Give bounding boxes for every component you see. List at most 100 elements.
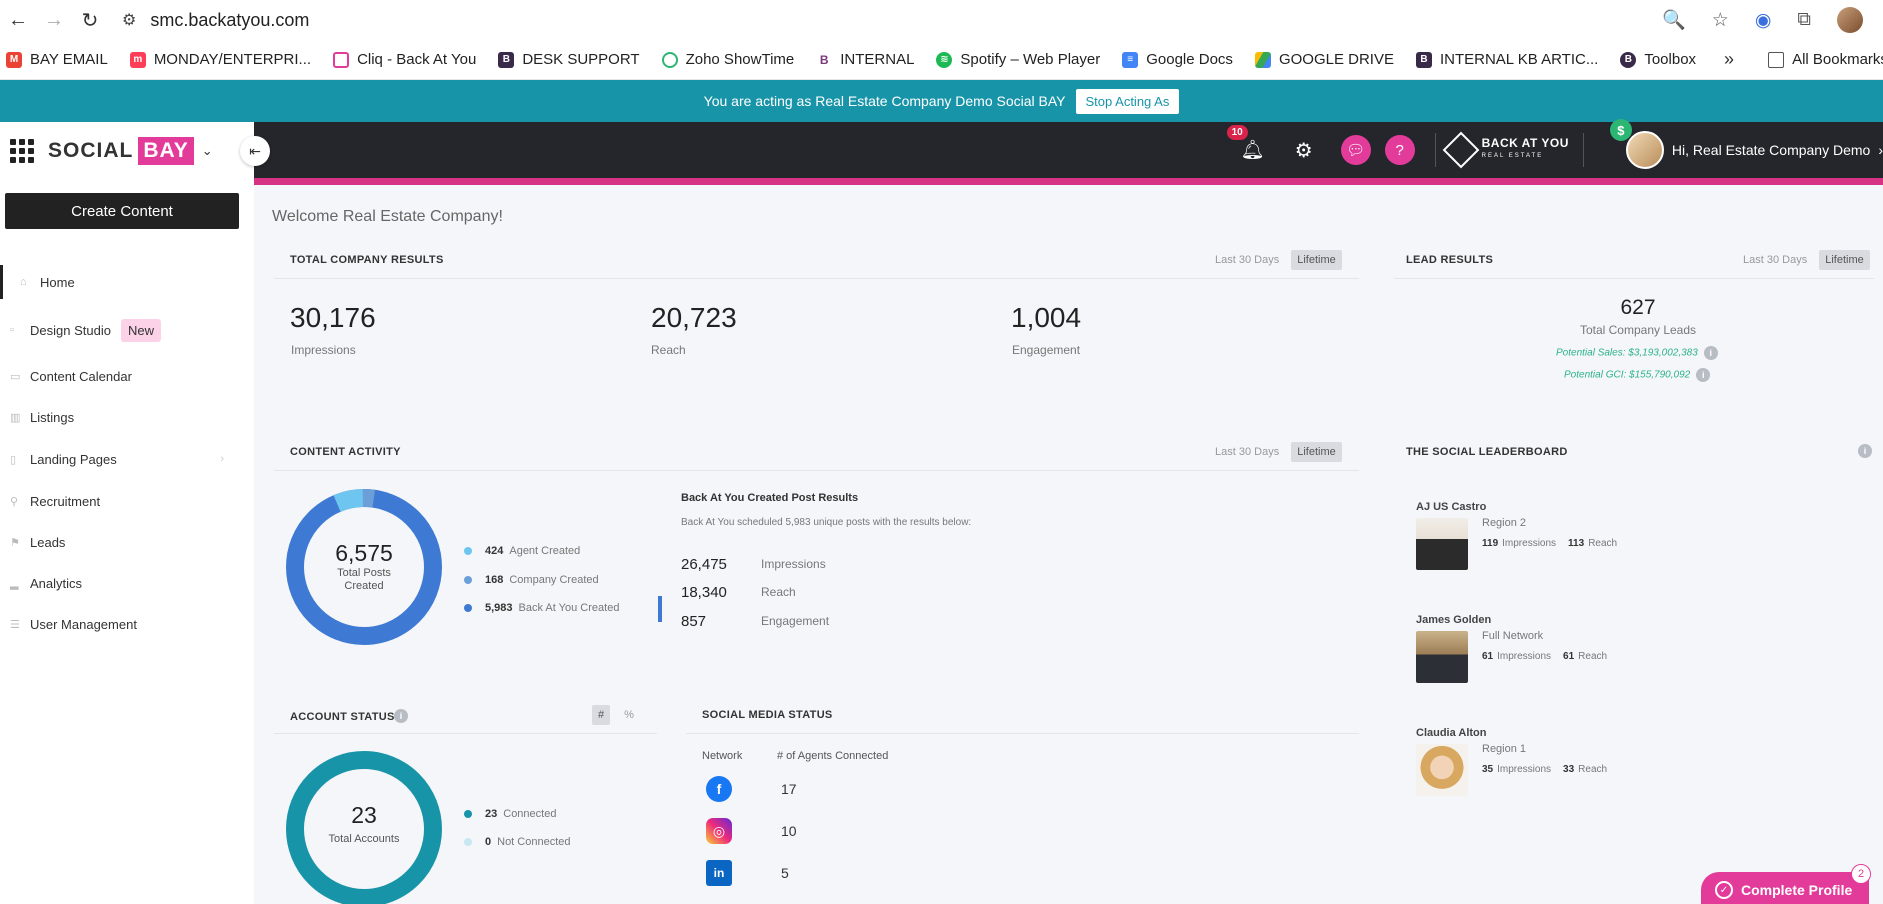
user-menu[interactable]: $ Hi, Real Estate Company Demo › — [1609, 119, 1883, 169]
leader-reach: 113 — [1568, 538, 1585, 549]
leader-impressions-label: Impressions — [1502, 538, 1557, 549]
last-30-days-toggle[interactable]: Last 30 Days — [1209, 250, 1285, 270]
total-posts-label-2: Created — [344, 580, 384, 592]
bookmark-3[interactable]: B DESK SUPPORT — [498, 51, 640, 68]
kpi-impressions-label: Impressions — [291, 343, 356, 357]
leader-photo — [1416, 631, 1468, 683]
total-leads-value: 627 — [1620, 296, 1656, 319]
sidebar-item-label: Content Calendar — [30, 368, 132, 384]
sidebar-item-listings[interactable]: ▥ Listings — [0, 400, 254, 434]
sidebar-item-design-studio[interactable]: ▫ Design Studio New — [0, 313, 254, 347]
monday-icon: m — [129, 51, 146, 68]
lifetime-toggle[interactable]: Lifetime — [1819, 250, 1870, 270]
extension-icon[interactable]: ◉ — [1755, 9, 1772, 32]
sidebar-item-user-management[interactable]: ☰ User Management — [0, 607, 254, 641]
more-bookmarks-icon[interactable]: » — [1724, 49, 1734, 70]
leader-region: Region 2 — [1482, 517, 1527, 529]
info-icon[interactable]: i — [1858, 444, 1872, 458]
sidebar-item-landing-pages[interactable]: ▯ Landing Pages › — [0, 442, 254, 476]
bookmark-8[interactable]: GOOGLE DRIVE — [1254, 51, 1394, 68]
browser-profile-avatar[interactable] — [1837, 7, 1863, 33]
chevron-down-icon[interactable]: ⌄ — [202, 143, 213, 159]
brand-switcher[interactable]: SOCIAL BAY ⌄ — [0, 122, 254, 180]
leader-region: Region 1 — [1482, 743, 1527, 755]
bookmark-label: Google Docs — [1146, 51, 1233, 68]
reload-icon[interactable]: ↻ — [72, 2, 108, 38]
spotify-icon: ≋ — [936, 51, 953, 68]
star-icon[interactable]: ☆ — [1712, 9, 1729, 32]
percent-toggle[interactable]: % — [618, 705, 640, 725]
info-icon[interactable]: i — [394, 709, 408, 723]
site-settings-icon[interactable]: ⚙ — [122, 10, 136, 30]
bookmark-6[interactable]: ≋ Spotify – Web Player — [936, 51, 1100, 68]
sidebar-item-content-calendar[interactable]: ▭ Content Calendar — [0, 359, 254, 393]
section-divider — [1394, 278, 1874, 279]
sidebar-item-recruitment[interactable]: ⚲ Recruitment — [0, 484, 254, 518]
bookmark-1[interactable]: m MONDAY/ENTERPRI... — [129, 51, 311, 68]
create-content-button[interactable]: Create Content — [5, 193, 239, 229]
leader-impressions-label: Impressions — [1497, 764, 1552, 775]
total-accounts-value: 23 — [351, 802, 377, 828]
complete-profile-button[interactable]: ✓ Complete Profile — [1701, 872, 1869, 904]
docs-icon: ≡ — [1122, 51, 1139, 68]
legend-bay: 5,983 Back At You Created — [464, 602, 619, 614]
collapse-sidebar-icon[interactable]: ⇤ — [240, 136, 270, 166]
kpi-reach-value: 20,723 — [651, 302, 737, 333]
sidebar-item-home[interactable]: ⌂ Home — [0, 265, 254, 299]
leader-name: James Golden — [1416, 614, 1492, 626]
header-actions: 🔔︎ 10 ⚙ 💬︎ ? BACK AT YOU REAL ESTATE $ Hi,… — [1226, 119, 1883, 178]
sidebar-item-leads[interactable]: ⚑ Leads — [0, 525, 254, 559]
leader-reach-label: Reach — [1578, 651, 1608, 662]
bookmark-9[interactable]: B INTERNAL KB ARTIC... — [1415, 51, 1598, 68]
puzzle-icon[interactable]: ⧉ — [1797, 9, 1811, 31]
total-accounts-label: Total Accounts — [328, 833, 400, 845]
chevron-right-icon[interactable]: › — [1878, 142, 1883, 158]
bookmark-5[interactable]: B INTERNAL — [816, 51, 914, 68]
bookmark-7[interactable]: ≡ Google Docs — [1122, 51, 1233, 68]
count-toggle[interactable]: # — [592, 705, 611, 725]
stop-acting-button[interactable]: Stop Acting As — [1075, 88, 1180, 114]
total-results-title: TOTAL COMPANY RESULTS — [290, 254, 444, 266]
internal-icon: B — [816, 51, 833, 68]
legend-value: 5,983 — [485, 602, 513, 614]
back-arrow-icon[interactable]: ← — [0, 2, 36, 38]
info-icon[interactable]: i — [1703, 346, 1718, 360]
last-30-days-toggle[interactable]: Last 30 Days — [1737, 250, 1813, 270]
linkedin-count: 5 — [781, 865, 789, 881]
sidebar-item-label: User Management — [30, 616, 137, 632]
legend-label: Connected — [503, 808, 557, 820]
sidebar-item-analytics[interactable]: ▂ Analytics — [0, 566, 254, 600]
settings-gear-icon[interactable]: ⚙ — [1295, 138, 1313, 163]
app-grid-icon[interactable] — [10, 139, 34, 163]
lifetime-toggle[interactable]: Lifetime — [1291, 442, 1342, 462]
total-posts-label-1: Total Posts — [337, 567, 391, 579]
bookmark-10[interactable]: B Toolbox — [1620, 51, 1696, 68]
leader-reach: 33 — [1563, 764, 1575, 775]
kpi-engagement-label: Engagement — [1012, 343, 1081, 357]
bookmark-label: INTERNAL — [840, 51, 915, 68]
chat-icon[interactable]: 💬︎ — [1340, 135, 1371, 165]
facebook-count: 17 — [781, 781, 797, 797]
bookmark-0[interactable]: M BAY EMAIL — [6, 51, 108, 68]
zoom-icon[interactable]: 🔍 — [1662, 8, 1686, 32]
bookmark-4[interactable]: Zoho ShowTime — [661, 51, 794, 68]
address-bar[interactable]: ⚙ smc.backatyou.com — [122, 10, 309, 31]
dollar-icon[interactable]: $ — [1609, 119, 1632, 141]
last-30-days-toggle[interactable]: Last 30 Days — [1209, 442, 1285, 462]
help-icon[interactable]: ? — [1384, 135, 1415, 165]
back-at-you-logo-icon — [1442, 131, 1480, 169]
all-bookmarks[interactable]: All Bookmarks — [1768, 51, 1883, 68]
chevron-right-icon: › — [220, 453, 224, 465]
notifications-bell-icon[interactable]: 🔔︎ 10 — [1226, 125, 1265, 162]
total-posts-value: 6,575 — [335, 540, 393, 566]
info-icon[interactable]: i — [1696, 368, 1711, 382]
bookmark-label: Cliq - Back At You — [357, 51, 477, 68]
sidebar-item-label: Recruitment — [30, 493, 101, 509]
complete-profile-label: Complete Profile — [1741, 882, 1853, 898]
bookmark-2[interactable]: Cliq - Back At You — [333, 51, 476, 68]
content-activity-title: CONTENT ACTIVITY — [290, 446, 401, 458]
forward-arrow-icon[interactable]: → — [36, 2, 72, 38]
leader-stats: 119 Impressions 113 Reach — [1482, 538, 1617, 549]
lead-results-toggle: Last 30 Days Lifetime — [1737, 250, 1870, 270]
lifetime-toggle[interactable]: Lifetime — [1291, 250, 1342, 270]
